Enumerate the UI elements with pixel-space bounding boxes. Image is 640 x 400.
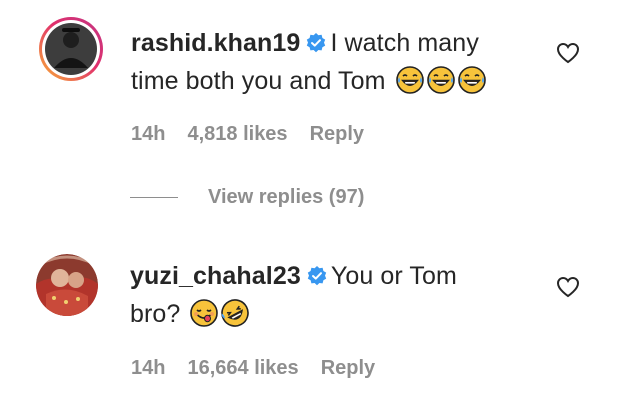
username-link[interactable]: rashid.khan19: [131, 29, 300, 57]
like-heart-icon[interactable]: [556, 276, 580, 298]
rolling-laughing-emoji: [221, 299, 250, 327]
comment-meta: 14h 16,664 likes Reply: [131, 357, 375, 380]
like-heart-icon[interactable]: [556, 42, 580, 64]
verified-badge-icon: [307, 33, 326, 53]
savoring-food-emoji: [190, 299, 219, 327]
comment-text: I watch many: [330, 29, 479, 57]
comment-body: rashid.khan19 I watch many time both you …: [131, 24, 531, 100]
tears-of-joy-emoji: [457, 66, 486, 94]
divider-line: [130, 197, 178, 198]
likes-count[interactable]: 4,818 likes: [187, 123, 287, 146]
comment-body: yuzi_chahal23 You or Tom bro?: [130, 257, 530, 333]
reply-button[interactable]: Reply: [321, 357, 375, 380]
avatar-image: [36, 254, 98, 316]
verified-badge-icon: [307, 266, 327, 286]
timestamp[interactable]: 14h: [131, 357, 165, 380]
comment-text: time both you and Tom: [131, 67, 386, 95]
comment-meta: 14h 4,818 likes Reply: [131, 123, 364, 146]
tears-of-joy-emoji: [395, 66, 424, 94]
timestamp[interactable]: 14h: [131, 123, 165, 146]
avatar[interactable]: [36, 254, 98, 316]
comment-text: You or Tom: [330, 262, 457, 290]
likes-count[interactable]: 16,664 likes: [187, 357, 298, 380]
avatar-image: [39, 17, 103, 81]
avatar[interactable]: [38, 16, 104, 82]
username-link[interactable]: yuzi_chahal23: [130, 262, 301, 290]
reply-button[interactable]: Reply: [310, 123, 364, 146]
comment-text: bro?: [130, 300, 181, 328]
view-replies-button[interactable]: View replies (97): [130, 186, 364, 209]
tears-of-joy-emoji: [426, 66, 455, 94]
view-replies-label: View replies (97): [208, 186, 365, 208]
